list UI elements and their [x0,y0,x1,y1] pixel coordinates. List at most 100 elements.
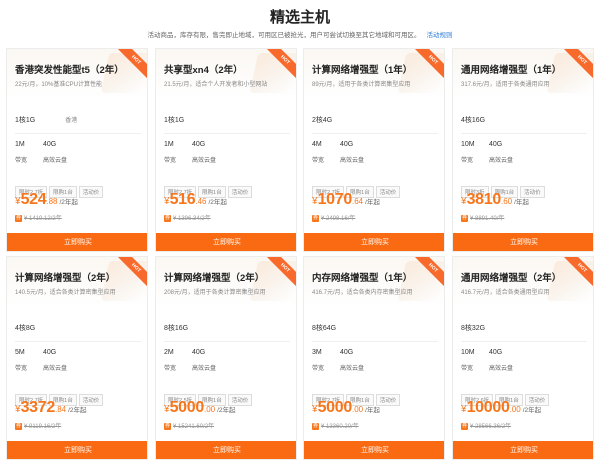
cpu-memory-config: 4核8G [15,325,36,332]
buy-now-button[interactable]: 立即购买 [156,441,296,459]
bandwidth-label: 带宽 [15,158,28,164]
activity-rules-link[interactable]: 活动规则 [427,32,453,39]
price-unit: /年起 [365,199,380,206]
price-decimal: .60 [500,197,513,206]
cpu-memory-config: 8核16G [164,325,189,332]
spec-labels: 带宽 高效云盘 [312,155,368,164]
config-row: 8核64G [312,323,366,333]
product-card: HOT 计算网络增强型（2年） 208元/月，适用于各类计算密集型应用 8核16G 2M… [155,256,297,460]
disk-label: 高效云盘 [340,366,365,372]
divider [15,133,141,134]
original-price: ¥ 13360.20/年 [321,424,359,430]
original-price-row: 券 ¥ 9119.16/2年 [15,421,61,430]
spec-values: 5M 40G [15,349,71,356]
disk-value: 40G [192,141,206,148]
config-row: 4核16G [461,115,515,125]
spec-labels: 带宽 高效云盘 [15,155,71,164]
buy-now-button[interactable]: 立即购买 [304,233,444,251]
price-decimal: .00 [351,405,364,414]
original-price: ¥ 28566.36/2年 [470,424,512,430]
buy-now-button[interactable]: 立即购买 [453,233,593,251]
disk-value: 40G [489,141,503,148]
product-subtitle: 22元/月，10%基准CPU计算性能 [15,82,103,88]
buy-now-button[interactable]: 立即购买 [7,233,147,251]
disk-label: 高效云盘 [192,366,217,372]
notice-text: 活动商品，库存有限，售完即止地域，可用区已被抢光，用户可尝试切换至其它地域和可用… [147,32,421,39]
disk-label: 高效云盘 [489,366,514,372]
buy-now-button[interactable]: 立即购买 [304,441,444,459]
price-integer: 5000 [317,399,353,416]
bandwidth-value: 4M [312,141,322,148]
disk-label: 高效云盘 [43,158,68,164]
buy-now-button[interactable]: 立即购买 [156,233,296,251]
cpu-memory-config: 4核16G [461,117,486,124]
product-subtitle: 317.6元/月，适用于各类通用应用 [461,82,550,88]
card-header: HOT 内存网络增强型（1年） 416.7元/月，适合各类内存密集型应用 [304,257,444,307]
original-price-row: 券 ¥ 15241.60/2年 [164,421,214,430]
price-decimal: .00 [509,405,521,414]
bandwidth-value: 1M [164,141,174,148]
price-unit: /2年起 [217,407,236,414]
spec-labels: 带宽 高效云盘 [164,363,220,372]
bandwidth-label: 带宽 [164,158,177,164]
buy-now-button[interactable]: 立即购买 [453,441,593,459]
price-integer: 524 [20,191,47,208]
divider [312,133,438,134]
activity-notice: 活动商品，库存有限，售完即止地域，可用区已被抢光，用户可尝试切换至其它地域和可用… [0,29,600,39]
product-title: 通用网络增强型（2年） [461,273,562,284]
product-title: 计算网络增强型（2年） [164,273,265,284]
price-integer: 1070 [317,191,353,208]
coupon-icon: 券 [164,422,171,430]
disk-value: 40G [340,141,354,148]
divider [164,133,290,134]
divider [461,341,587,342]
spec-values: 10M 40G [461,349,517,356]
bandwidth-label: 带宽 [461,158,474,164]
product-title: 计算网络增强型（1年） [312,65,413,76]
disk-label: 高效云盘 [192,158,217,164]
spec-labels: 带宽 高效云盘 [312,363,368,372]
bandwidth-value: 5M [15,349,25,356]
product-title: 共享型xn4（2年） [164,65,243,76]
bandwidth-label: 带宽 [461,366,474,372]
buy-now-button[interactable]: 立即购买 [7,441,147,459]
price-decimal: .64 [351,197,364,206]
product-subtitle: 89元/月，适用于各类计算密集型应用 [312,82,411,88]
bandwidth-value: 3M [312,349,322,356]
price: ¥5000.00/年起 [312,399,380,417]
config-row: 4核8G [15,323,65,333]
promo-tag: 活动价 [227,186,253,198]
price: ¥1070.64/年起 [312,191,380,209]
card-header: HOT 共享型xn4（2年） 21.5元/月，适合个人开发者和小型网站 [156,49,296,99]
original-price-row: 券 ¥ 1419.12/2年 [15,213,62,222]
price-integer: 516 [169,191,196,208]
disk-label: 高效云盘 [340,158,365,164]
price-decimal: .46 [195,197,207,206]
product-title: 通用网络增强型（1年） [461,65,562,76]
bandwidth-label: 带宽 [312,366,325,372]
price: ¥10000.00/2年起 [461,399,541,417]
price: ¥3810.60/年起 [461,191,529,209]
page-title: 精选主机 [269,9,330,26]
price: ¥5000.00/2年起 [164,399,236,417]
disk-value: 40G [489,349,503,356]
coupon-icon: 券 [15,422,22,430]
cpu-memory-config: 1核1G [15,117,36,124]
card-header: HOT 计算网络增强型（2年） 140.5元/月，适合各类计算密集型应用 [7,257,147,307]
original-price: ¥ 1396.34/2年 [173,216,211,222]
bandwidth-value: 1M [15,141,25,148]
price-integer: 3810 [466,191,502,208]
spec-labels: 带宽 高效云盘 [461,363,517,372]
divider [164,341,290,342]
spec-values: 10M 40G [461,141,517,148]
price-unit: /2年起 [208,199,227,206]
spec-labels: 带宽 高效云盘 [461,155,517,164]
disk-label: 高效云盘 [43,366,68,372]
spec-values: 1M 40G [15,141,71,148]
divider [312,341,438,342]
product-title: 内存网络增强型（1年） [312,273,413,284]
config-row: 1核1G 香港 [15,115,77,125]
price-integer: 5000 [169,399,205,416]
price: ¥524.88/2年起 [15,191,78,209]
price-unit: /年起 [365,407,380,414]
